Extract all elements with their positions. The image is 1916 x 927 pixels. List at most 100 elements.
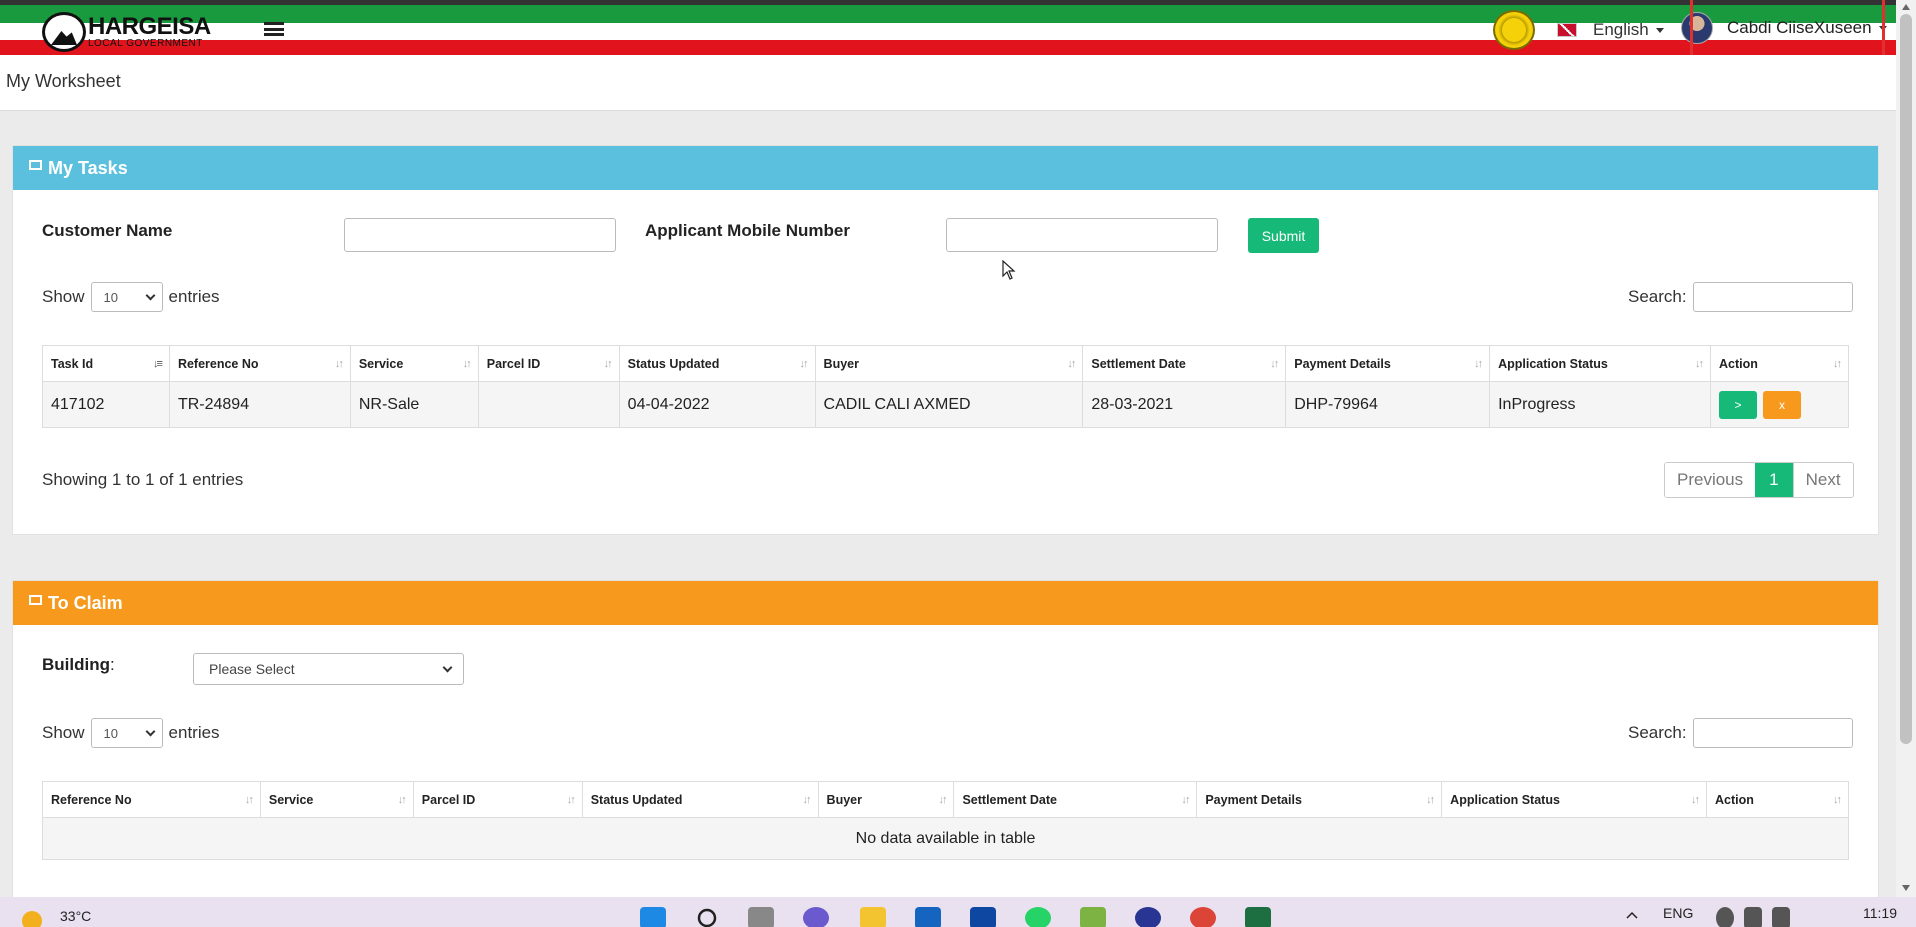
column-header[interactable]: Status Updated ↓↑ bbox=[618, 345, 816, 382]
volume-icon[interactable] bbox=[1744, 907, 1762, 927]
search-input[interactable] bbox=[1692, 282, 1853, 312]
sun-icon bbox=[22, 911, 42, 927]
sort-icon: ↓↑ bbox=[603, 358, 613, 370]
table-header-row: Reference No ↓↑ Service ↓↑ Parcel ID ↓↑ Sta… bbox=[42, 781, 1849, 818]
user-menu-dropdown[interactable]: Cabdi CiiseXuseen bbox=[1681, 12, 1887, 44]
cell-task-id: 417102 bbox=[42, 381, 170, 428]
scrollbar-thumb[interactable] bbox=[1900, 14, 1912, 744]
table-row: 417102 TR-24894 NR-Sale 04-04-2022 CADIL… bbox=[42, 381, 1850, 428]
page-size-select[interactable]: 10 bbox=[90, 282, 163, 312]
app-icon[interactable] bbox=[1080, 907, 1106, 927]
cancel-task-button[interactable]: x bbox=[1762, 390, 1801, 419]
column-header[interactable]: Service ↓↑ bbox=[349, 345, 479, 382]
sort-icon: ↓↑ bbox=[1426, 794, 1435, 806]
file-explorer-icon[interactable] bbox=[860, 907, 886, 927]
page-size-control: Show 10 entries bbox=[42, 282, 220, 312]
scroll-up-icon[interactable] bbox=[1902, 4, 1910, 10]
language-dropdown[interactable]: English bbox=[1557, 20, 1664, 40]
id-card-icon bbox=[29, 595, 42, 605]
sort-icon: ↓↑ bbox=[462, 358, 472, 370]
chrome-icon[interactable] bbox=[1190, 907, 1216, 927]
column-header[interactable]: Action ↓↑ bbox=[1706, 781, 1849, 818]
avatar bbox=[1681, 12, 1713, 44]
app-logo[interactable]: HARGEISA LOCAL GOVERNMENT bbox=[42, 12, 211, 52]
column-header[interactable]: Buyer ↓↑ bbox=[817, 781, 955, 818]
sort-icon: ↓↑ bbox=[802, 794, 812, 806]
column-header[interactable]: Parcel ID ↓↑ bbox=[477, 345, 620, 382]
column-header[interactable]: Reference No ↓↑ bbox=[42, 781, 261, 818]
cell-buyer: CADIL CALI AXMED bbox=[814, 381, 1084, 428]
pagination-page-1[interactable]: 1 bbox=[1755, 463, 1793, 497]
sort-icon: ↓↑ bbox=[1067, 358, 1076, 370]
column-header[interactable]: Application Status ↓↑ bbox=[1489, 345, 1711, 382]
pagination-previous[interactable]: Previous bbox=[1665, 463, 1756, 497]
mobile-number-input[interactable] bbox=[946, 218, 1218, 252]
to-claim-title: To Claim bbox=[48, 592, 123, 613]
my-tasks-title: My Tasks bbox=[48, 157, 128, 178]
mail-icon[interactable] bbox=[915, 907, 941, 927]
column-header[interactable]: Application Status ↓↑ bbox=[1441, 781, 1708, 818]
page-size-select[interactable]: 10 bbox=[90, 718, 163, 748]
sort-icon: ↓↑ bbox=[1833, 358, 1842, 370]
submit-button[interactable]: Submit bbox=[1248, 218, 1319, 253]
to-claim-header: To Claim bbox=[13, 581, 1878, 625]
empty-table-message: No data available in table bbox=[42, 817, 1849, 860]
column-header[interactable]: Task Id ↓≡ bbox=[42, 345, 170, 382]
user-name: Cabdi CiiseXuseen bbox=[1727, 18, 1872, 37]
whatsapp-icon[interactable] bbox=[1025, 907, 1051, 927]
open-task-button[interactable]: > bbox=[1718, 390, 1757, 419]
excel-icon[interactable] bbox=[1245, 907, 1271, 927]
column-header[interactable]: Reference No ↓↑ bbox=[168, 345, 351, 382]
teams-icon[interactable] bbox=[803, 907, 829, 927]
table-search: Search: bbox=[1628, 282, 1853, 312]
page-scrollbar[interactable] bbox=[1896, 0, 1916, 897]
my-tasks-panel: My Tasks Customer Name Applicant Mobile … bbox=[12, 145, 1879, 535]
page-title: My Worksheet bbox=[6, 71, 121, 91]
column-header[interactable]: Action ↓↑ bbox=[1709, 345, 1850, 382]
building-select[interactable]: Please Select bbox=[193, 653, 464, 685]
logo-title: HARGEISA bbox=[88, 13, 211, 40]
app-icon[interactable] bbox=[1135, 907, 1161, 927]
logo-subtitle: LOCAL GOVERNMENT bbox=[88, 38, 203, 49]
input-language[interactable]: ENG bbox=[1663, 905, 1693, 921]
column-header[interactable]: Settlement Date ↓↑ bbox=[953, 781, 1198, 818]
building-label: Building: bbox=[42, 655, 115, 674]
column-header[interactable]: Payment Details ↓↑ bbox=[1285, 345, 1491, 382]
sort-icon: ↓↑ bbox=[1474, 358, 1483, 370]
store-icon[interactable] bbox=[970, 907, 996, 927]
caret-down-icon bbox=[1655, 27, 1664, 33]
wifi-icon[interactable] bbox=[1716, 907, 1734, 927]
weather-widget[interactable]: 33°C bbox=[22, 901, 91, 927]
start-icon[interactable] bbox=[640, 907, 666, 927]
scroll-down-icon[interactable] bbox=[1902, 885, 1910, 891]
column-header[interactable]: Settlement Date ↓↑ bbox=[1082, 345, 1287, 382]
search-input[interactable] bbox=[1692, 718, 1853, 748]
customer-name-input[interactable] bbox=[344, 218, 616, 252]
menu-toggle-icon[interactable] bbox=[264, 22, 284, 36]
top-navbar: HARGEISA LOCAL GOVERNMENT English Cabdi … bbox=[0, 0, 1896, 55]
task-view-icon[interactable] bbox=[748, 907, 774, 927]
column-header[interactable]: Payment Details ↓↑ bbox=[1196, 781, 1443, 818]
caret-down-icon bbox=[1878, 25, 1887, 31]
cell-action: > x bbox=[1709, 381, 1850, 428]
mouse-cursor-icon bbox=[1002, 260, 1016, 280]
table-search: Search: bbox=[1628, 718, 1853, 748]
sort-asc-icon: ↓≡ bbox=[153, 358, 163, 370]
chevron-down-icon bbox=[145, 290, 155, 300]
mobile-number-label: Applicant Mobile Number bbox=[645, 221, 850, 240]
id-card-icon bbox=[29, 160, 42, 170]
column-header[interactable]: Buyer ↓↑ bbox=[814, 345, 1084, 382]
sort-icon: ↓↑ bbox=[1270, 358, 1279, 370]
column-header[interactable]: Service ↓↑ bbox=[259, 781, 414, 818]
column-header[interactable]: Status Updated ↓↑ bbox=[581, 781, 819, 818]
clock[interactable]: 11:19 bbox=[1863, 905, 1897, 921]
to-claim-panel: To Claim Building: Please Select Show 10… bbox=[12, 580, 1879, 897]
search-icon[interactable] bbox=[696, 907, 720, 927]
column-header[interactable]: Parcel ID ↓↑ bbox=[412, 781, 583, 818]
pagination-next[interactable]: Next bbox=[1792, 463, 1853, 497]
battery-icon[interactable] bbox=[1772, 907, 1790, 927]
page-size-control: Show 10 entries bbox=[42, 718, 220, 748]
chevron-up-icon[interactable] bbox=[1626, 911, 1638, 919]
sort-icon: ↓↑ bbox=[1833, 794, 1842, 806]
temperature: 33°C bbox=[60, 908, 92, 924]
